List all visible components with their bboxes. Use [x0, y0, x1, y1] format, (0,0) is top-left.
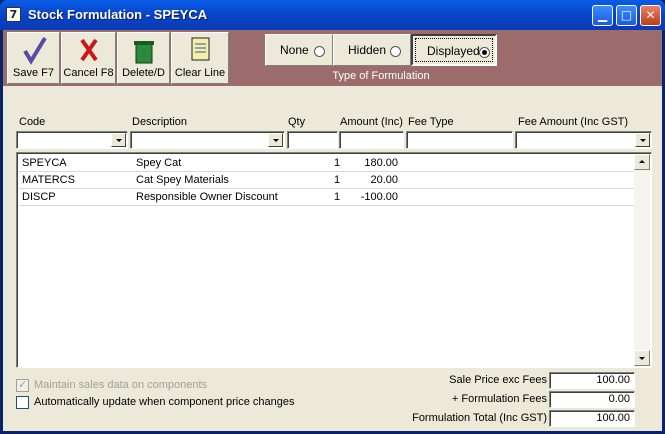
trash-can-icon	[133, 41, 154, 64]
amount-input[interactable]	[339, 131, 404, 149]
description-header: Description	[132, 116, 188, 128]
scroll-down-icon[interactable]	[634, 350, 650, 366]
row-description: Responsible Owner Discount	[136, 191, 278, 203]
row-qty: 1	[334, 157, 341, 169]
formulation-type-displayed[interactable]: Displayed	[411, 34, 497, 66]
row-code: DISCP	[22, 191, 56, 203]
auto-update-label[interactable]: Automatically update when component pric…	[34, 396, 295, 408]
code-header: Code	[19, 116, 46, 128]
vertical-scrollbar[interactable]	[634, 154, 650, 366]
fee-amount-dropdown[interactable]	[515, 131, 652, 149]
formulation-total-label: Formulation Total (Inc GST)	[412, 412, 547, 424]
cancel-label: Cancel F8	[63, 67, 114, 79]
none-label: None	[280, 43, 309, 57]
hidden-label: Hidden	[348, 43, 387, 57]
cancel-x-icon	[79, 38, 98, 62]
amount-header: Amount (Inc)	[340, 116, 403, 128]
save-label: Save F7	[13, 67, 54, 79]
formulation-fees-label: + Formulation Fees	[451, 393, 547, 405]
app-icon[interactable]: 7	[6, 7, 21, 22]
clear-line-button[interactable]: Clear Line	[171, 32, 229, 84]
table-row[interactable]: MATERCS Cat Spey Materials 1 20.00	[19, 172, 635, 189]
maintain-sales-label: Maintain sales data on components	[34, 379, 208, 391]
sale-price-label: Sale Price exc Fees	[449, 374, 547, 386]
close-button[interactable]: ✕	[640, 5, 661, 26]
row-code: SPEYCA	[22, 157, 67, 169]
row-qty: 1	[334, 174, 341, 186]
delete-label: Delete/D	[122, 67, 165, 79]
sale-price-field[interactable]: 100.00	[549, 372, 635, 389]
displayed-radio[interactable]	[479, 47, 490, 58]
clear-line-icon	[191, 37, 210, 61]
formulation-type-caption: Type of Formulation	[332, 70, 430, 82]
title-bar[interactable]: 7 Stock Formulation - SPEYCA ▁ □ ✕	[0, 0, 665, 30]
fee-type-input[interactable]	[406, 131, 513, 149]
window: 7 Stock Formulation - SPEYCA ▁ □ ✕ Save …	[0, 0, 665, 434]
formulation-fees-field[interactable]: 0.00	[549, 391, 635, 408]
description-dropdown[interactable]	[130, 131, 285, 149]
fee-type-header: Fee Type	[408, 116, 454, 128]
code-dropdown[interactable]	[16, 131, 128, 149]
qty-input[interactable]	[287, 131, 338, 149]
row-description: Cat Spey Materials	[136, 174, 229, 186]
row-amount: 20.00	[370, 174, 398, 186]
maintain-sales-checkbox	[16, 378, 29, 392]
toolbar: Save F7 Cancel F8 Delete/D Clear Line No…	[3, 30, 662, 86]
formulation-grid[interactable]: SPEYCA Spey Cat 1 180.00 MATERCS Cat Spe…	[16, 152, 652, 368]
save-button[interactable]: Save F7	[7, 32, 60, 84]
maximize-button[interactable]: □	[616, 5, 637, 26]
delete-button[interactable]: Delete/D	[117, 32, 170, 84]
table-row[interactable]: SPEYCA Spey Cat 1 180.00	[19, 155, 635, 172]
row-amount: 180.00	[364, 157, 398, 169]
row-amount: -100.00	[360, 191, 398, 203]
auto-update-checkbox[interactable]	[16, 396, 29, 409]
table-row[interactable]: DISCP Responsible Owner Discount 1 -100.…	[19, 189, 635, 206]
formulation-type-none[interactable]: None	[265, 34, 333, 66]
cancel-button[interactable]: Cancel F8	[61, 32, 116, 84]
none-radio[interactable]	[314, 46, 325, 57]
hidden-radio[interactable]	[390, 46, 401, 57]
chevron-down-icon[interactable]	[635, 133, 650, 147]
minimize-button[interactable]: ▁	[592, 5, 613, 26]
formulation-total-field[interactable]: 100.00	[549, 410, 635, 427]
chevron-down-icon[interactable]	[111, 133, 126, 147]
fee-amount-header: Fee Amount (Inc GST)	[518, 116, 629, 128]
window-title: Stock Formulation - SPEYCA	[28, 7, 208, 22]
chevron-down-icon[interactable]	[268, 133, 283, 147]
row-description: Spey Cat	[136, 157, 182, 169]
formulation-type-hidden[interactable]: Hidden	[333, 34, 411, 66]
scroll-up-icon[interactable]	[634, 154, 650, 170]
displayed-label: Displayed	[427, 44, 480, 58]
row-code: MATERCS	[22, 174, 75, 186]
row-qty: 1	[334, 191, 341, 203]
checkmark-icon	[22, 36, 47, 65]
clear-line-label: Clear Line	[174, 67, 226, 79]
window-body: Save F7 Cancel F8 Delete/D Clear Line No…	[3, 30, 662, 431]
qty-header: Qty	[288, 116, 306, 128]
